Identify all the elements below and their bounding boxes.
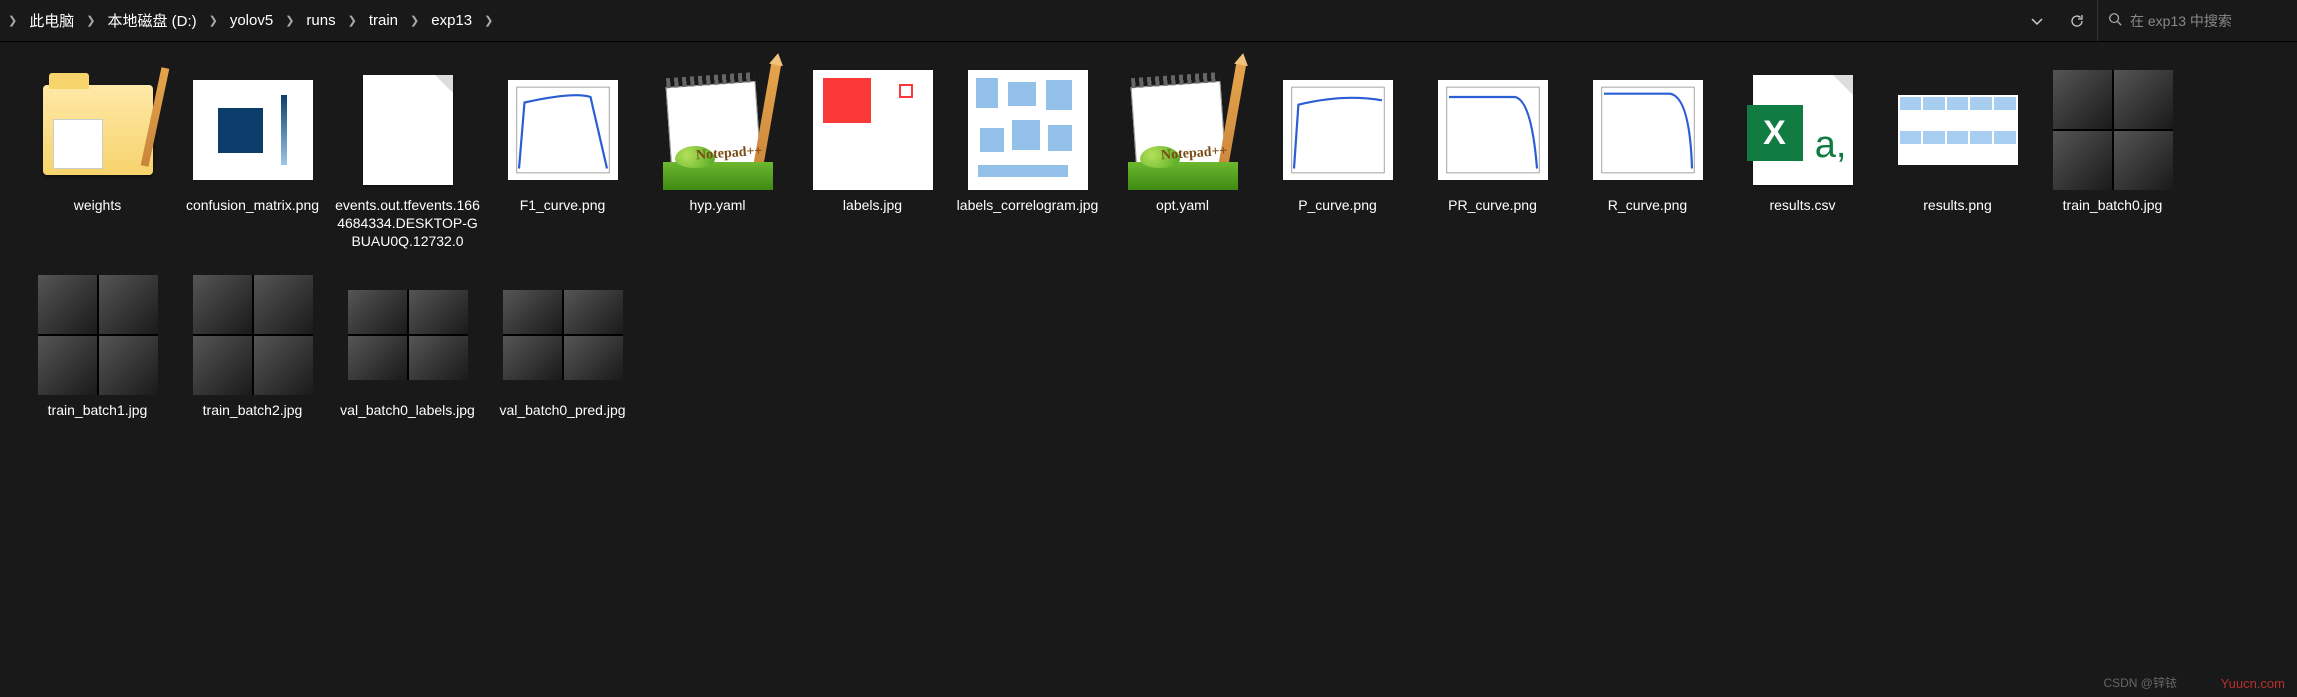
watermark: Yuucn.com <box>2221 676 2285 691</box>
file-item[interactable]: weights <box>20 66 175 255</box>
chevron-right-icon[interactable]: ❯ <box>406 14 423 27</box>
image-thumbnail <box>38 275 158 395</box>
breadcrumb-item[interactable]: yolov5 <box>222 0 281 41</box>
image-thumbnail <box>348 290 468 380</box>
breadcrumb-item[interactable]: runs <box>298 0 343 41</box>
file-item[interactable]: P_curve.png <box>1260 66 1415 255</box>
file-item[interactable]: F1_curve.png <box>485 66 640 255</box>
breadcrumb: ❯ 此电脑 ❯ 本地磁盘 (D:) ❯ yolov5 ❯ runs ❯ trai… <box>0 0 2017 41</box>
file-item[interactable]: labels.jpg <box>795 66 950 255</box>
file-item[interactable]: R_curve.png <box>1570 66 1725 255</box>
breadcrumb-item[interactable]: 本地磁盘 (D:) <box>99 0 204 41</box>
file-item[interactable]: PR_curve.png <box>1415 66 1570 255</box>
image-thumbnail <box>1283 80 1393 180</box>
file-label: results.png <box>1923 196 1991 214</box>
search-icon <box>2108 12 2122 29</box>
chevron-right-icon[interactable]: ❯ <box>205 14 222 27</box>
file-icon <box>363 75 453 185</box>
file-label: F1_curve.png <box>520 196 606 214</box>
image-thumbnail <box>193 80 313 180</box>
chevron-right-icon[interactable]: ❯ <box>281 14 298 27</box>
file-label: PR_curve.png <box>1448 196 1537 214</box>
chevron-right-icon[interactable]: ❯ <box>480 14 497 27</box>
image-thumbnail <box>503 290 623 380</box>
search-placeholder: 在 exp13 中搜索 <box>2130 11 2232 31</box>
file-label: P_curve.png <box>1298 196 1377 214</box>
search-input[interactable]: 在 exp13 中搜索 <box>2097 0 2297 41</box>
file-item[interactable]: events.out.tfevents.1664684334.DESKTOP-G… <box>330 66 485 255</box>
breadcrumb-item[interactable]: train <box>361 0 406 41</box>
file-label: labels.jpg <box>843 196 902 214</box>
breadcrumb-item[interactable]: 此电脑 <box>21 0 82 41</box>
file-label: events.out.tfevents.1664684334.DESKTOP-G… <box>334 196 481 251</box>
file-label: hyp.yaml <box>689 196 745 214</box>
image-thumbnail <box>508 80 618 180</box>
file-label: train_batch0.jpg <box>2063 196 2163 214</box>
image-thumbnail <box>1898 95 2018 165</box>
file-label: val_batch0_labels.jpg <box>340 401 475 419</box>
file-item[interactable]: Notepad++ hyp.yaml <box>640 66 795 255</box>
file-item[interactable]: train_batch1.jpg <box>20 271 175 423</box>
folder-icon <box>43 85 153 175</box>
file-label: train_batch1.jpg <box>48 401 148 419</box>
image-thumbnail <box>1438 80 1548 180</box>
file-item[interactable]: Notepad++ opt.yaml <box>1105 66 1260 255</box>
file-item[interactable]: val_batch0_pred.jpg <box>485 271 640 423</box>
image-thumbnail <box>1593 80 1703 180</box>
chevron-right-icon[interactable]: ❯ <box>4 14 21 27</box>
file-label: opt.yaml <box>1156 196 1209 214</box>
file-label: R_curve.png <box>1608 196 1687 214</box>
chevron-right-icon[interactable]: ❯ <box>82 14 99 27</box>
file-item[interactable]: results.png <box>1880 66 2035 255</box>
watermark-sub: CSDN @锌铱 <box>2103 674 2177 691</box>
file-item[interactable]: labels_correlogram.jpg <box>950 66 1105 255</box>
chevron-right-icon[interactable]: ❯ <box>344 14 361 27</box>
file-label: labels_correlogram.jpg <box>957 196 1099 214</box>
file-item[interactable]: train_batch0.jpg <box>2035 66 2190 255</box>
image-thumbnail <box>968 70 1088 190</box>
csv-icon: Xa, <box>1753 75 1853 185</box>
file-label: results.csv <box>1769 196 1835 214</box>
recent-locations-button[interactable] <box>2017 0 2057 41</box>
file-grid: weights confusion_matrix.png events.out.tf… <box>0 42 2297 463</box>
image-thumbnail <box>813 70 933 190</box>
file-label: confusion_matrix.png <box>186 196 319 214</box>
file-item[interactable]: Xa, results.csv <box>1725 66 1880 255</box>
yaml-icon: Notepad++ <box>663 70 773 190</box>
refresh-button[interactable] <box>2057 0 2097 41</box>
file-item[interactable]: train_batch2.jpg <box>175 271 330 423</box>
image-thumbnail <box>2053 70 2173 190</box>
file-label: train_batch2.jpg <box>203 401 303 419</box>
file-label: weights <box>74 196 121 214</box>
address-bar: ❯ 此电脑 ❯ 本地磁盘 (D:) ❯ yolov5 ❯ runs ❯ trai… <box>0 0 2297 42</box>
file-item[interactable]: confusion_matrix.png <box>175 66 330 255</box>
file-label: val_batch0_pred.jpg <box>499 401 625 419</box>
file-item[interactable]: val_batch0_labels.jpg <box>330 271 485 423</box>
image-thumbnail <box>193 275 313 395</box>
yaml-icon: Notepad++ <box>1128 70 1238 190</box>
breadcrumb-item[interactable]: exp13 <box>423 0 480 41</box>
